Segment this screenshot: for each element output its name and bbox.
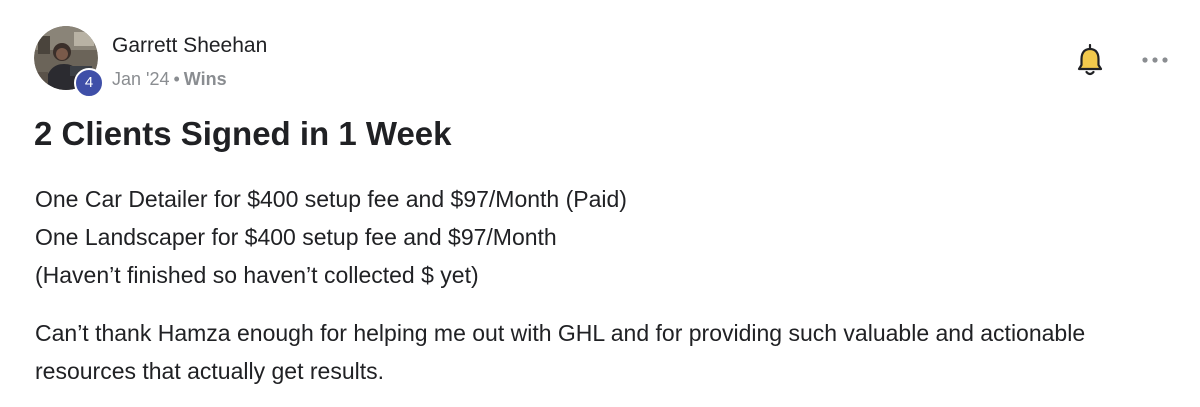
- meta-separator: •: [173, 69, 180, 89]
- post-date[interactable]: Jan '24: [112, 69, 169, 89]
- post-category[interactable]: Wins: [184, 69, 227, 89]
- body-line-3: (Haven’t finished so haven’t collected $…: [35, 262, 479, 288]
- body-paragraph-2: Can’t thank Hamza enough for helping me …: [35, 320, 1086, 384]
- bell-button[interactable]: [1076, 43, 1104, 78]
- body-line-1: One Car Detailer for $400 setup fee and …: [35, 186, 627, 212]
- more-options-button[interactable]: [1140, 50, 1170, 70]
- body-line-2: One Landscaper for $400 setup fee and $9…: [35, 224, 557, 250]
- bell-icon: [1077, 43, 1103, 76]
- author-avatar[interactable]: 4: [34, 26, 104, 98]
- post-header: 4 Garrett Sheehan Jan '24 • Wins: [34, 26, 1174, 98]
- level-badge: 4: [74, 68, 104, 98]
- post-meta: Jan '24 • Wins: [112, 69, 227, 90]
- author-name[interactable]: Garrett Sheehan: [112, 34, 267, 58]
- post-body: One Car Detailer for $400 setup fee and …: [35, 180, 1165, 390]
- more-options-icon: [1142, 57, 1168, 63]
- post-title[interactable]: 2 Clients Signed in 1 Week: [34, 115, 452, 153]
